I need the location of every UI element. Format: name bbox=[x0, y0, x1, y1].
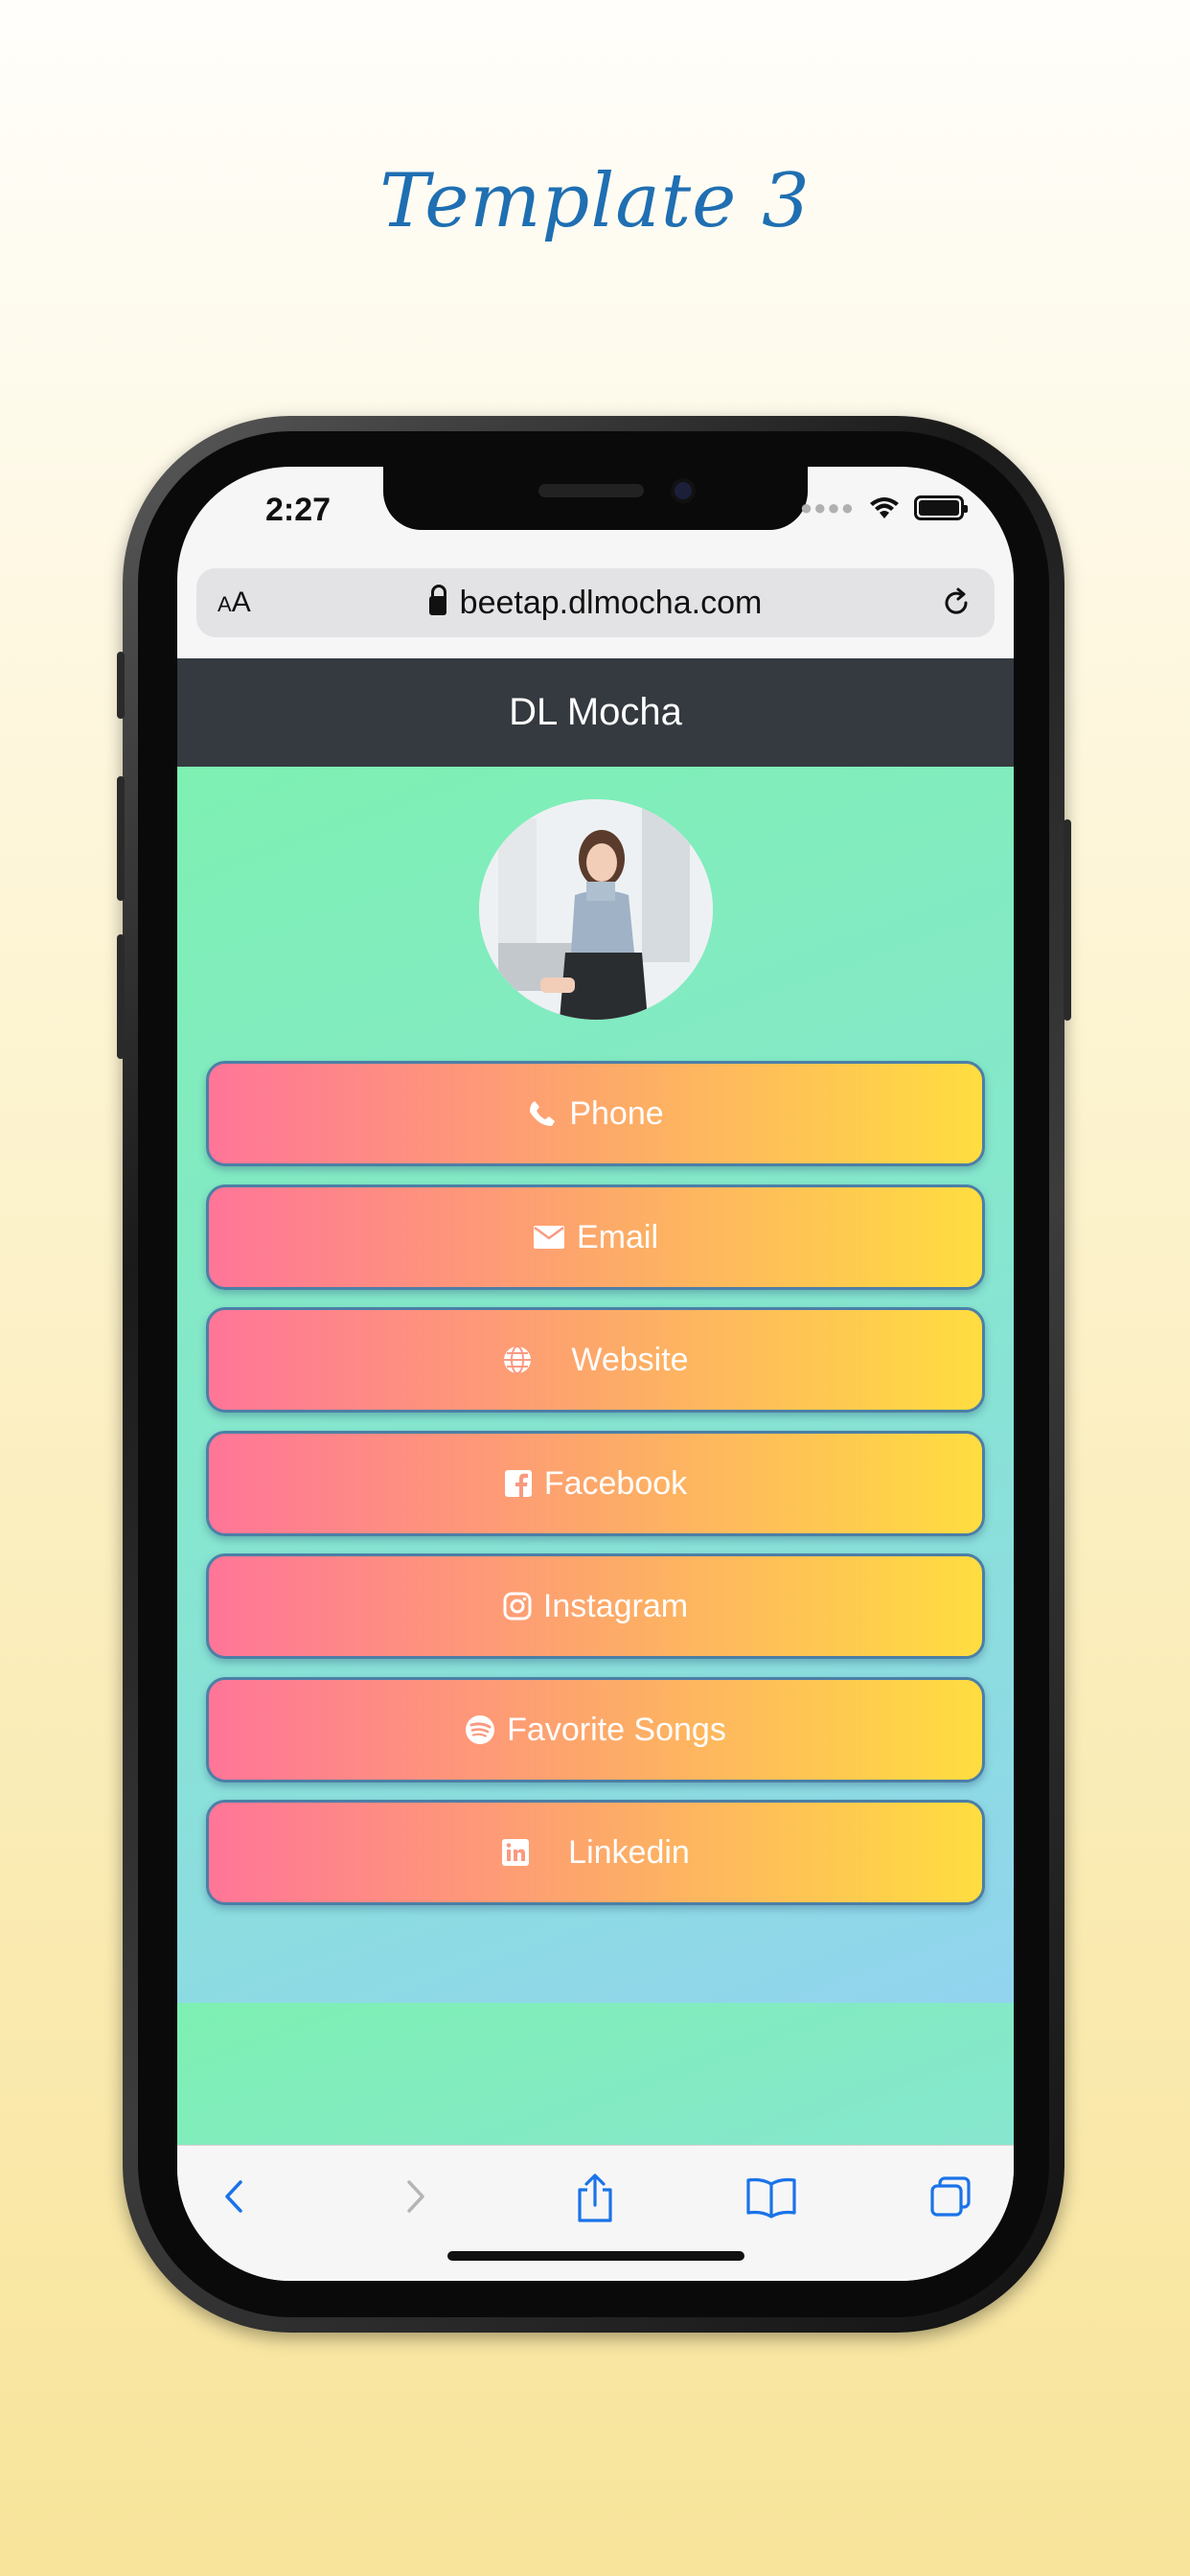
back-icon[interactable] bbox=[216, 2173, 254, 2220]
envelope-icon bbox=[533, 1226, 564, 1249]
lock-icon bbox=[428, 585, 446, 615]
phone-icon bbox=[530, 1101, 556, 1126]
volume-down-button bbox=[117, 934, 125, 1059]
site-header: DL Mocha bbox=[177, 658, 1014, 767]
reload-icon[interactable] bbox=[939, 586, 973, 620]
facebook-icon bbox=[504, 1470, 532, 1497]
linkedin-icon bbox=[502, 1839, 530, 1866]
email-button-label: Email bbox=[576, 1218, 659, 1255]
wifi-icon bbox=[870, 497, 899, 518]
signal-dots-icon: ●●●● bbox=[799, 495, 855, 519]
website-button-label: Website bbox=[571, 1341, 689, 1378]
url-text[interactable]: beetap.dlmocha.com bbox=[460, 585, 763, 622]
power-button bbox=[1064, 819, 1071, 1021]
share-icon[interactable] bbox=[572, 2173, 618, 2224]
facebook-button[interactable]: Facebook bbox=[206, 1431, 985, 1536]
status-icons: ●●●● bbox=[799, 495, 968, 520]
promo-title: Template 3 bbox=[379, 158, 811, 244]
battery-icon bbox=[914, 495, 968, 520]
phone-button[interactable]: Phone bbox=[206, 1061, 985, 1166]
mute-switch bbox=[117, 652, 125, 719]
address-bar[interactable]: AA beetap.dlmocha.com bbox=[196, 568, 995, 637]
phone-screen: 2:27 ●●●● AA beetap.dlmocha.com DL Mocha bbox=[177, 467, 1014, 2281]
linkedin-button-label: Linkedin bbox=[568, 1833, 690, 1871]
spotify-icon bbox=[466, 1715, 495, 1744]
text-size-button[interactable]: AA bbox=[217, 586, 251, 619]
instagram-button[interactable]: Instagram bbox=[206, 1553, 985, 1659]
linkedin-button[interactable]: Linkedin bbox=[206, 1800, 985, 1905]
front-camera bbox=[671, 478, 696, 503]
instagram-button-label: Instagram bbox=[542, 1587, 689, 1624]
home-indicator bbox=[447, 2251, 744, 2261]
speaker bbox=[538, 484, 644, 497]
page-footer-area bbox=[177, 2003, 1014, 2145]
instagram-icon bbox=[503, 1592, 532, 1621]
favorite-songs-button[interactable]: Favorite Songs bbox=[206, 1677, 985, 1782]
notch bbox=[383, 467, 808, 530]
favorite-songs-button-label: Favorite Songs bbox=[507, 1711, 726, 1748]
website-button[interactable]: Website bbox=[206, 1307, 985, 1413]
facebook-button-label: Facebook bbox=[543, 1464, 688, 1502]
forward-icon[interactable] bbox=[396, 2173, 434, 2220]
phone-button-label: Phone bbox=[569, 1094, 664, 1132]
status-time: 2:27 bbox=[265, 492, 332, 528]
email-button[interactable]: Email bbox=[206, 1184, 985, 1290]
volume-up-button bbox=[117, 776, 125, 901]
tabs-icon[interactable] bbox=[927, 2173, 974, 2220]
globe-icon bbox=[504, 1346, 532, 1374]
profile-avatar bbox=[479, 799, 713, 1020]
bookmarks-icon[interactable] bbox=[744, 2173, 798, 2220]
